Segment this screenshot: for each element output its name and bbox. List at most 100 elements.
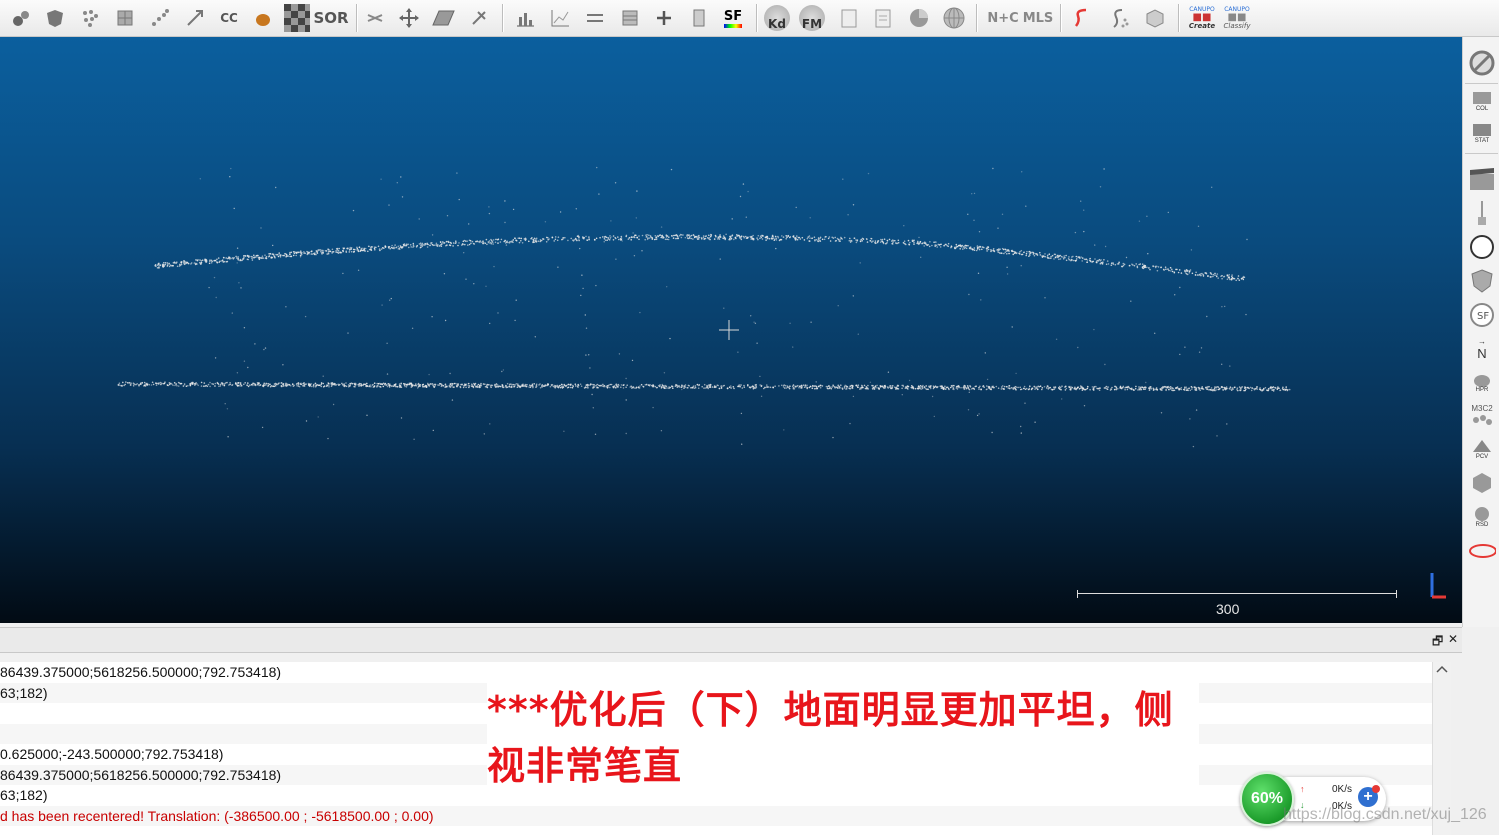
tool-a-icon[interactable] (8, 5, 34, 31)
cube-icon[interactable] (1141, 5, 1167, 31)
cloud-point (832, 436, 834, 439)
probe-icon[interactable] (1468, 199, 1496, 227)
cloud-point (265, 384, 267, 386)
cloud-point (272, 244, 274, 247)
dots-icon[interactable] (77, 5, 103, 31)
sphere-icon[interactable] (941, 5, 967, 31)
plane-icon[interactable] (430, 5, 456, 31)
shield-icon[interactable] (1468, 267, 1496, 295)
cloud-point (1189, 418, 1191, 420)
canupo-create-icon[interactable]: CANUPO ■■ Create (1186, 5, 1218, 31)
cloud-point (213, 276, 216, 279)
sf-badge-icon[interactable]: SF (1468, 301, 1496, 329)
close-icon[interactable]: ✕ (1448, 632, 1458, 646)
scatter-s-icon[interactable] (1106, 5, 1132, 31)
canupo-classify-icon[interactable]: CANUPO ■■ Classify (1220, 5, 1254, 31)
fm-icon[interactable]: FM (799, 5, 825, 31)
blob-icon[interactable] (250, 5, 276, 31)
cloud-point (731, 234, 734, 236)
cloud-point (458, 198, 460, 201)
cloud-point (853, 237, 856, 239)
minmax-icon[interactable] (582, 5, 608, 31)
pie-icon[interactable] (906, 5, 932, 31)
compass-icon[interactable] (1468, 233, 1496, 261)
cloud-point (118, 384, 120, 387)
cloud-point (1140, 388, 1143, 391)
cloud-point (737, 351, 739, 353)
cloud-point (596, 383, 598, 386)
move-icon[interactable] (396, 5, 422, 31)
cloud-point (743, 386, 746, 389)
m3c2-icon[interactable]: M3C2 (1468, 401, 1496, 429)
cloud-point (901, 394, 903, 396)
cloud-point (1205, 272, 1208, 275)
cloud-point (711, 386, 714, 388)
cloud-point (814, 387, 816, 390)
hpr-icon[interactable]: HPR (1468, 369, 1496, 397)
cloud-point (792, 388, 795, 390)
cloud-point (866, 238, 868, 241)
grid-icon[interactable] (112, 5, 138, 31)
mls-icon[interactable]: MLS (1023, 5, 1054, 31)
cloud-point (345, 382, 347, 384)
cloud-point (636, 190, 638, 192)
rsd-icon[interactable]: RSD (1468, 503, 1496, 531)
cloud-point (1125, 256, 1128, 259)
cloud-point (199, 178, 201, 180)
mesh-icon[interactable] (42, 5, 68, 31)
doc-icon[interactable] (836, 5, 862, 31)
cloud-point (1198, 388, 1200, 390)
cloud-point (209, 260, 211, 262)
expand-icon[interactable] (182, 5, 208, 31)
csv-icon[interactable] (870, 5, 896, 31)
cloud-point (670, 168, 673, 171)
cloud-point (681, 388, 683, 391)
cloud-point (1206, 388, 1209, 391)
cloud-point (987, 248, 990, 251)
scroll-up-icon[interactable] (1433, 662, 1451, 676)
hexagon-icon[interactable] (1468, 469, 1496, 497)
cloud-point (609, 383, 611, 386)
pcv-icon[interactable]: PCV (1468, 435, 1496, 463)
cloud-point (628, 237, 631, 239)
nc-icon[interactable]: N+C (987, 5, 1018, 31)
checker-icon[interactable] (284, 4, 310, 32)
cloud-point (164, 381, 166, 384)
sor-icon[interactable]: SOR (313, 5, 348, 31)
cloud-point (197, 258, 199, 261)
cloud-point (222, 261, 225, 263)
s-icon[interactable] (1068, 5, 1094, 31)
cloud-point (371, 246, 374, 248)
kd-icon[interactable]: Kd (764, 5, 790, 31)
cut-icon[interactable] (362, 5, 388, 31)
float-icon[interactable]: 🗗 (1432, 632, 1443, 653)
cloud-point (740, 235, 742, 238)
stack-icon[interactable] (617, 5, 643, 31)
calculator-icon[interactable] (686, 5, 712, 31)
stats-icon[interactable]: STAT (1468, 119, 1496, 147)
cloud-point (923, 386, 925, 389)
sf-icon[interactable]: SF (720, 5, 746, 31)
no-entry-icon[interactable] (1468, 49, 1496, 77)
cloud-point (156, 264, 159, 266)
cloud-point (163, 262, 165, 264)
cloud-point (162, 265, 164, 268)
chart-icon[interactable] (547, 5, 573, 31)
histogram-icon[interactable] (512, 5, 538, 31)
cloud-point (385, 384, 387, 386)
cloud-point (418, 243, 421, 245)
cc-icon[interactable]: CC (216, 5, 242, 31)
ellipse-icon[interactable] (1468, 537, 1496, 565)
cloud-point (738, 384, 740, 386)
north-icon[interactable]: → N (1468, 335, 1496, 363)
cloud-point (620, 384, 623, 386)
col-icon[interactable]: COL (1468, 87, 1496, 115)
scatter-icon[interactable] (147, 5, 173, 31)
3d-viewport[interactable]: 300 (0, 37, 1462, 623)
cloud-point (1246, 238, 1248, 241)
cloud-point (919, 241, 922, 243)
plus-icon[interactable] (651, 5, 677, 31)
cloud-point (322, 386, 325, 388)
tool-icon[interactable] (466, 5, 492, 31)
clapper-icon[interactable] (1468, 165, 1496, 193)
